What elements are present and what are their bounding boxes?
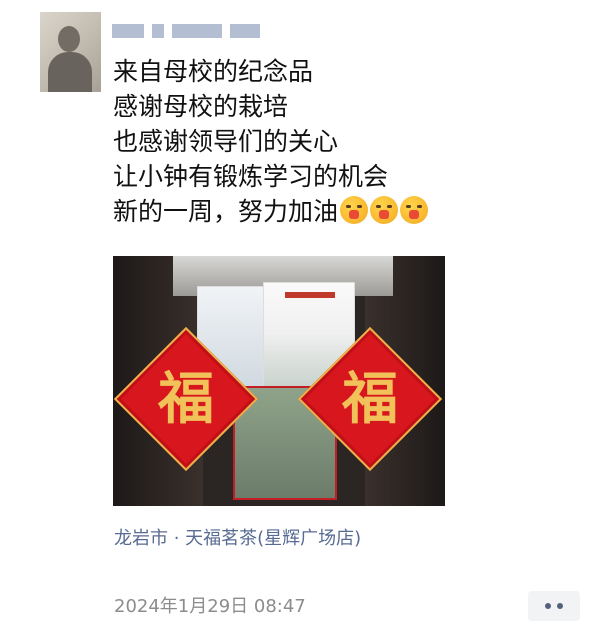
post-photo[interactable]: 福 福 <box>113 256 445 506</box>
more-dots-icon <box>557 603 563 609</box>
post-line: 也感谢领导们的关心 <box>113 127 339 156</box>
fu-character: 福 <box>158 366 214 432</box>
username-block <box>112 24 144 38</box>
username-block <box>152 24 164 38</box>
post-line-last: 新的一周，努力加油 <box>113 194 573 229</box>
post-line: 新的一周，努力加油 <box>113 197 339 226</box>
smiling-face-with-hand-over-mouth-icon <box>370 196 399 224</box>
location-link[interactable]: 龙岩市 · 天福茗茶(星辉广场店) <box>114 524 361 550</box>
post-line: 来自母校的纪念品 <box>113 57 314 86</box>
post-text: 来自母校的纪念品 感谢母校的栽培 也感谢领导们的关心 让小钟有锻炼学习的机会 新… <box>113 54 573 229</box>
more-dots-icon <box>545 603 551 609</box>
post-timestamp: 2024年1月29日 08:47 <box>114 596 306 617</box>
username-block <box>230 24 260 38</box>
post-line: 让小钟有锻炼学习的机会 <box>113 162 389 191</box>
smiling-face-with-hand-over-mouth-icon <box>400 196 429 224</box>
avatar[interactable] <box>40 12 101 92</box>
username-blurred[interactable] <box>112 20 262 40</box>
post-line: 感谢母校的栽培 <box>113 92 289 121</box>
more-options-button[interactable] <box>528 591 580 621</box>
fu-character: 福 <box>342 366 398 432</box>
username-block <box>172 24 222 38</box>
smiling-face-with-hand-over-mouth-icon <box>340 196 369 224</box>
brochure-logo <box>285 292 335 298</box>
avatar-blur <box>40 12 101 92</box>
